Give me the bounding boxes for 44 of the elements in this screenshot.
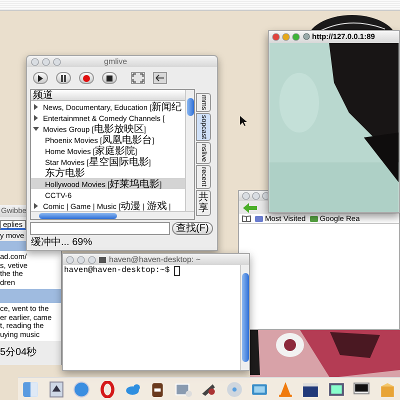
record-button[interactable] <box>79 72 94 84</box>
play-button[interactable] <box>33 72 48 84</box>
search-button[interactable]: 查找(F) <box>172 222 213 235</box>
arrow-icon[interactable] <box>153 72 167 84</box>
play-icon <box>37 74 44 82</box>
globe-icon <box>303 33 310 40</box>
ring-icon[interactable] <box>98 380 116 398</box>
record-icon <box>83 74 90 82</box>
message-header <box>0 289 61 303</box>
scrollbar[interactable] <box>240 265 249 370</box>
side-tab[interactable]: 共享 <box>196 190 211 216</box>
clapperboard-icon[interactable] <box>302 380 320 398</box>
book-icon[interactable] <box>242 215 251 222</box>
terminal-icon <box>99 256 106 262</box>
pause-button[interactable] <box>56 72 71 84</box>
folder-icon <box>255 216 263 222</box>
status-text: 缓冲中... 69% <box>31 237 94 248</box>
prompt-text: haven@haven-desktop:~$ <box>64 266 170 276</box>
monitor-icon[interactable] <box>353 380 370 398</box>
collapsed-triangle-icon[interactable] <box>33 202 39 208</box>
status-text: 5分04秒 <box>0 347 38 359</box>
music-disc-icon[interactable] <box>226 380 243 398</box>
horizontal-scrollbar[interactable] <box>31 211 194 219</box>
window-title: haven@haven-desktop: ~ <box>109 254 201 266</box>
stop-button[interactable] <box>102 72 117 84</box>
photos-icon[interactable] <box>174 380 192 398</box>
stop-icon <box>106 74 113 82</box>
channel-row[interactable]: 东方电影 <box>31 167 185 178</box>
folder-icon <box>310 216 318 222</box>
cone-icon[interactable] <box>276 380 294 398</box>
expanded-triangle-icon[interactable] <box>33 126 39 132</box>
pause-icon <box>60 74 67 82</box>
text-cursor <box>174 266 180 276</box>
scroll-thumb[interactable] <box>186 98 194 116</box>
search-field[interactable] <box>30 222 170 235</box>
channel-label: 东方电影 <box>45 167 85 178</box>
pointer-icon <box>240 116 247 126</box>
scroll-thumb[interactable] <box>242 273 248 362</box>
stamp-icon[interactable] <box>48 380 65 398</box>
column-header: 频道 <box>31 90 185 101</box>
scrollbar[interactable] <box>185 90 194 211</box>
fullscreen-icon[interactable] <box>131 72 145 84</box>
window-title: gmlive <box>104 56 128 68</box>
scroll-thumb[interactable] <box>39 212 117 218</box>
